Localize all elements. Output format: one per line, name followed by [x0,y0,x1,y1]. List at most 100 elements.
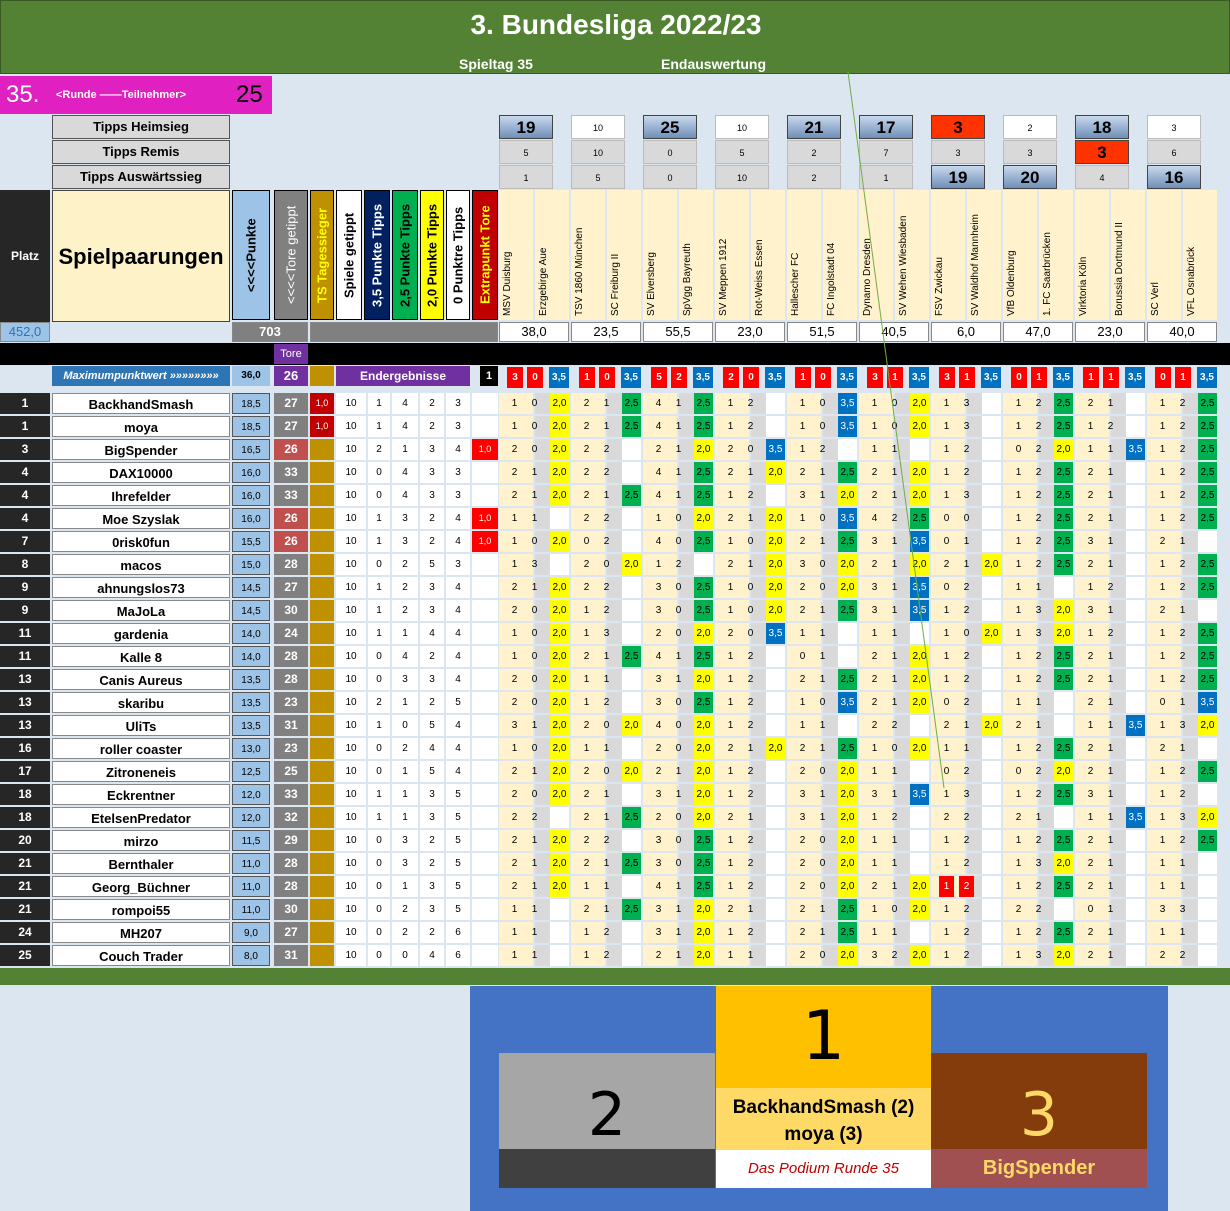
guess-home-7: 1 [1015,398,1022,409]
player-name: Bernthaler [52,853,230,874]
player-tagessieger [310,922,334,943]
guess-points-5: 3,5 [910,600,929,621]
guess-points-7: 2,0 [1054,600,1073,621]
guess-points-1: 2,0 [622,761,641,782]
endergebnisse-label: Endergebnisse [336,366,470,386]
player-stat-0: 10 [336,738,366,759]
guess-points-3: 2,0 [766,554,785,575]
guess-points-4: 3,5 [838,508,857,529]
guess-home-3: 1 [727,835,734,846]
guess-points-5: 3,5 [910,577,929,598]
guess-home-2: 2 [655,628,662,639]
max-value: 36,0 [232,366,270,386]
guess-home-8: 1 [1087,421,1094,432]
guess-points-4: 2,0 [838,807,857,828]
guess-away-0: 2 [531,812,538,823]
player-name: Canis Aureus [52,669,230,690]
guess-away-9: 1 [1179,697,1186,708]
guess-home-5: 3 [871,789,878,800]
player-points: 16,5 [232,439,270,460]
player-name: Georg_Büchner [52,876,230,897]
guess-away-5: 1 [891,927,898,938]
guess-away-6: 2 [963,835,970,846]
player-tagessieger [310,439,334,460]
guess-points-9: 2,5 [1198,485,1217,506]
guess-points-0: 2,0 [550,761,569,782]
guess-home-5: 1 [871,858,878,869]
guess-points-1 [622,531,641,552]
player-tore: 31 [274,715,308,736]
player-points: 14,5 [232,577,270,598]
player-stat-3: 4 [420,738,444,759]
guess-points-0: 2,0 [550,600,569,621]
guess-away-9: 2 [1179,513,1186,524]
guess-home-8: 2 [1087,651,1094,662]
player-stat-2: 0 [392,715,418,736]
player-tagessieger [310,600,334,621]
tipps-auswaerts-label: Tipps Auswärtssieg [52,165,230,189]
guess-away-2: 0 [675,835,682,846]
guess-home-0: 2 [511,490,518,501]
guess-away-6: 0 [963,513,970,524]
player-stat-1: 1 [368,600,390,621]
guess-points-8 [1126,462,1145,483]
guess-away-0: 1 [531,858,538,869]
guess-points-5 [910,922,929,943]
guess-away-2: 1 [675,789,682,800]
guess-away-8: 1 [1107,881,1114,892]
guess-away-4: 0 [819,858,826,869]
guess-home-7: 1 [1015,605,1022,616]
player-rank: 13 [0,669,50,690]
guess-away-1: 2 [603,513,610,524]
player-extrapunkt: 1,0 [472,531,498,552]
guess-away-2: 0 [675,697,682,708]
guess-away-5: 1 [891,490,898,501]
player-stat-2: 1 [392,439,418,460]
guess-points-3: 2,0 [766,531,785,552]
guess-points-2: 2,0 [694,669,713,690]
guess-home-4: 0 [799,651,806,662]
result-home-8: 1 [1083,367,1099,388]
player-points: 12,0 [232,784,270,805]
player-extrapunkt [472,830,498,851]
guess-home-0: 2 [511,697,518,708]
guess-away-2: 1 [675,881,682,892]
guess-points-0: 2,0 [550,646,569,667]
guess-away-1: 2 [603,835,610,846]
guess-away-7: 1 [1035,582,1042,593]
table-row: 24 MH207 9,0 27 10 0 2 2 6 1 1 1 2 3 1 2,0 1 2 2 1 2,5 1 1 1 2 1 2… [0,921,1230,944]
guess-points-3 [766,807,785,828]
guess-away-2: 1 [675,421,682,432]
guess-away-2: 0 [675,743,682,754]
guess-away-4: 0 [819,950,826,961]
guess-home-7: 2 [1015,812,1022,823]
guess-points-0: 2,0 [550,462,569,483]
guess-away-8: 2 [1107,421,1114,432]
guess-points-5: 2,0 [910,416,929,437]
guess-away-4: 0 [819,398,826,409]
player-tore: 28 [274,853,308,874]
match-sum-0: 38,0 [499,322,569,342]
guess-points-0 [550,899,569,920]
player-stat-3: 2 [420,830,444,851]
guess-points-1 [622,623,641,644]
guess-points-5: 3,5 [910,531,929,552]
table-row: 17 Zitroneneis 12,5 25 10 0 1 5 4 2 1 2,0 2 0 2,0 2 1 2,0… [0,760,1230,783]
guess-away-0: 0 [531,398,538,409]
guess-home-4: 1 [799,513,806,524]
result-max-3: 3,5 [765,367,785,388]
match-sum-8: 23,0 [1075,322,1145,342]
guess-away-5: 1 [891,858,898,869]
guess-points-2: 2,0 [694,623,713,644]
guess-points-8 [1126,577,1145,598]
guess-home-9: 1 [1159,789,1166,800]
guess-home-7: 1 [1015,697,1022,708]
player-name: MH207 [52,922,230,943]
guess-points-4 [838,646,857,667]
tipps-heim-9: 3 [1147,115,1201,139]
player-stat-2: 4 [392,462,418,483]
guess-home-3: 2 [727,743,734,754]
guess-away-1: 3 [603,628,610,639]
guess-home-5: 2 [871,881,878,892]
player-extrapunkt [472,462,498,483]
